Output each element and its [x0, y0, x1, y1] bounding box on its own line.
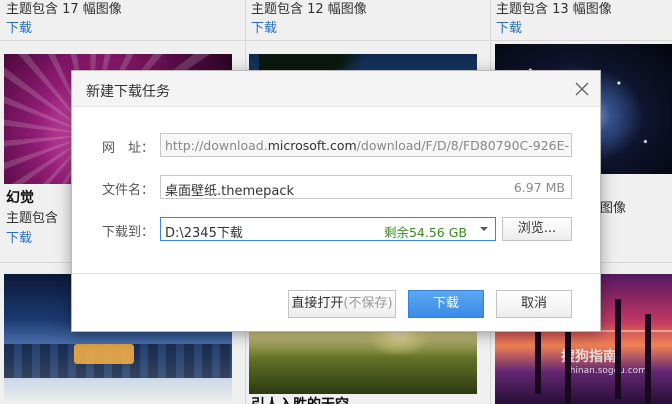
- new-download-dialog: 新建下载任务 网 址： http://download.microsoft.co…: [71, 70, 601, 332]
- download-button[interactable]: 下载: [408, 290, 484, 318]
- url-value: http://download.microsoft.com/download/F…: [165, 138, 569, 153]
- filename-value: 桌面壁纸.themepack: [165, 184, 295, 199]
- open-directly-button[interactable]: 直接打开(不保存): [288, 290, 396, 318]
- free-space: 剩余54.56 GB: [383, 225, 467, 240]
- file-size: 6.97 MB: [513, 180, 565, 195]
- close-icon: [575, 82, 589, 96]
- url-label: 网 址：: [102, 141, 155, 156]
- filename-label: 文件名：: [102, 183, 155, 198]
- chevron-down-icon[interactable]: [477, 222, 491, 236]
- dialog-header: 新建下载任务: [72, 71, 600, 107]
- browse-button[interactable]: 浏览...: [502, 217, 572, 241]
- url-field[interactable]: http://download.microsoft.com/download/F…: [160, 133, 572, 157]
- dialog-divider: [72, 273, 600, 274]
- destination-select[interactable]: D:\2345下载 剩余54.56 GB: [160, 217, 496, 241]
- destination-path: D:\2345下载: [165, 226, 243, 241]
- filename-field[interactable]: 桌面壁纸.themepack 6.97 MB: [160, 175, 572, 199]
- cancel-button[interactable]: 取消: [496, 290, 572, 318]
- dialog-title: 新建下载任务: [86, 84, 170, 100]
- destination-label: 下载到：: [102, 225, 155, 240]
- close-button[interactable]: [570, 77, 594, 101]
